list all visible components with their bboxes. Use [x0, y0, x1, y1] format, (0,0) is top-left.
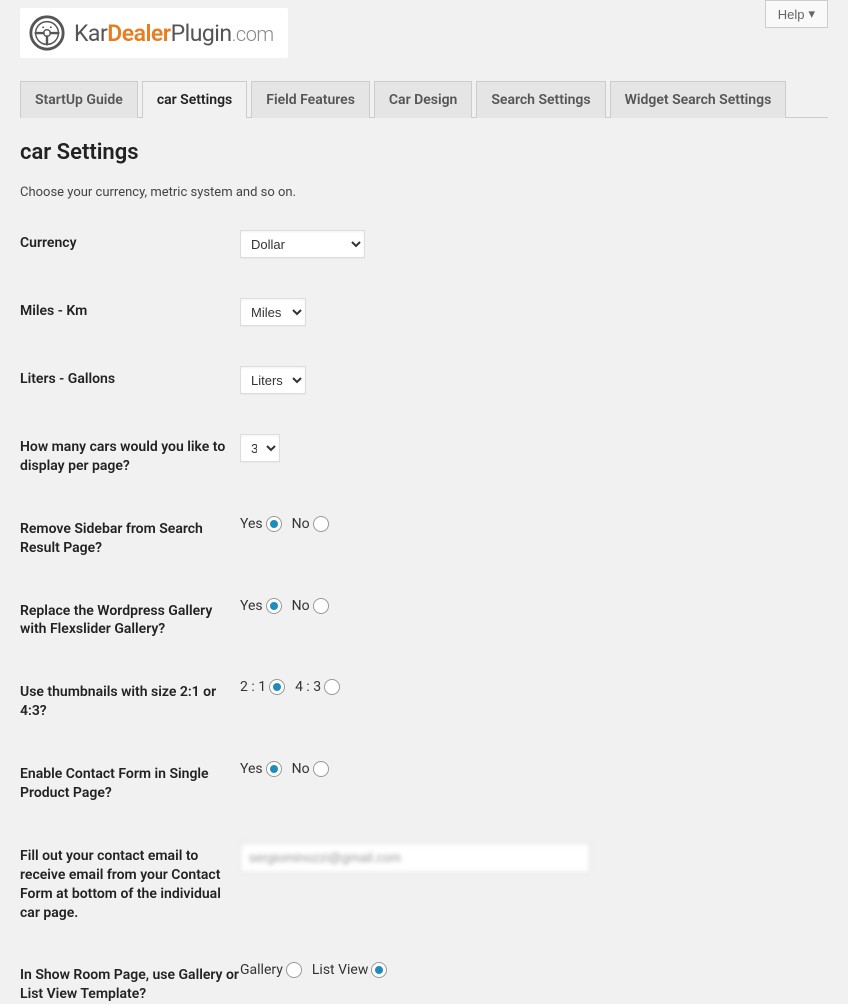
- showroom-listview-radio[interactable]: [371, 962, 387, 978]
- logo-text-com: .com: [232, 22, 274, 46]
- remove-sidebar-yes-radio[interactable]: [266, 516, 282, 532]
- contact-email-input[interactable]: [240, 843, 590, 873]
- contact-email-label: Fill out your contact email to receive e…: [20, 843, 240, 923]
- contact-form-yes-radio[interactable]: [266, 761, 282, 777]
- chevron-down-icon: ▾: [808, 6, 815, 22]
- page-description: Choose your currency, metric system and …: [20, 185, 828, 200]
- flexslider-yes-option[interactable]: Yes: [240, 598, 288, 614]
- flexslider-yes-radio[interactable]: [266, 598, 282, 614]
- flexslider-no-option[interactable]: No: [292, 598, 335, 614]
- tab-field-features[interactable]: Field Features: [251, 81, 370, 118]
- showroom-label: In Show Room Page, use Gallery or List V…: [20, 962, 240, 1004]
- thumbnails-label: Use thumbnails with size 2:1 or 4:3?: [20, 679, 240, 721]
- flexslider-label: Replace the Wordpress Gallery with Flexs…: [20, 598, 240, 640]
- tab-startup-guide[interactable]: StartUp Guide: [20, 81, 138, 118]
- showroom-listview-option[interactable]: List View: [312, 962, 394, 978]
- remove-sidebar-yes-option[interactable]: Yes: [240, 516, 288, 532]
- contact-form-no-option[interactable]: No: [292, 761, 335, 777]
- help-button[interactable]: Help ▾: [765, 0, 828, 28]
- page-title: car Settings: [20, 140, 828, 165]
- per-page-select[interactable]: 3: [240, 434, 280, 462]
- thumbnails-43-radio[interactable]: [324, 679, 340, 695]
- nav-tabs: StartUp Guide car Settings Field Feature…: [20, 80, 828, 118]
- steering-wheel-icon: [28, 14, 66, 52]
- thumbnails-43-option[interactable]: 4 : 3: [295, 679, 346, 695]
- logo-text-kar: Kar: [74, 20, 107, 47]
- thumbnails-21-radio[interactable]: [269, 679, 285, 695]
- tab-search-settings[interactable]: Search Settings: [476, 81, 605, 118]
- logo-text-plugin: Plugin: [171, 20, 232, 47]
- remove-sidebar-no-radio[interactable]: [313, 516, 329, 532]
- distance-select[interactable]: Miles: [240, 298, 306, 326]
- volume-select[interactable]: Liters: [240, 366, 306, 394]
- logo-text-dealer: Dealer: [107, 20, 170, 47]
- per-page-label: How many cars would you like to display …: [20, 434, 240, 476]
- thumbnails-21-option[interactable]: 2 : 1: [240, 679, 291, 695]
- showroom-gallery-option[interactable]: Gallery: [240, 962, 308, 978]
- contact-form-no-radio[interactable]: [313, 761, 329, 777]
- tab-widget-search-settings[interactable]: Widget Search Settings: [610, 81, 787, 118]
- flexslider-no-radio[interactable]: [313, 598, 329, 614]
- help-label: Help: [778, 7, 805, 22]
- currency-select[interactable]: Dollar: [240, 230, 365, 258]
- tab-car-design[interactable]: Car Design: [374, 81, 472, 118]
- contact-form-label: Enable Contact Form in Single Product Pa…: [20, 761, 240, 803]
- showroom-gallery-radio[interactable]: [286, 962, 302, 978]
- volume-label: Liters - Gallons: [20, 366, 240, 389]
- remove-sidebar-label: Remove Sidebar from Search Result Page?: [20, 516, 240, 558]
- contact-form-yes-option[interactable]: Yes: [240, 761, 288, 777]
- currency-label: Currency: [20, 230, 240, 253]
- distance-label: Miles - Km: [20, 298, 240, 321]
- remove-sidebar-no-option[interactable]: No: [292, 516, 335, 532]
- logo: KarDealerPlugin.com: [20, 8, 288, 58]
- tab-car-settings[interactable]: car Settings: [142, 81, 247, 118]
